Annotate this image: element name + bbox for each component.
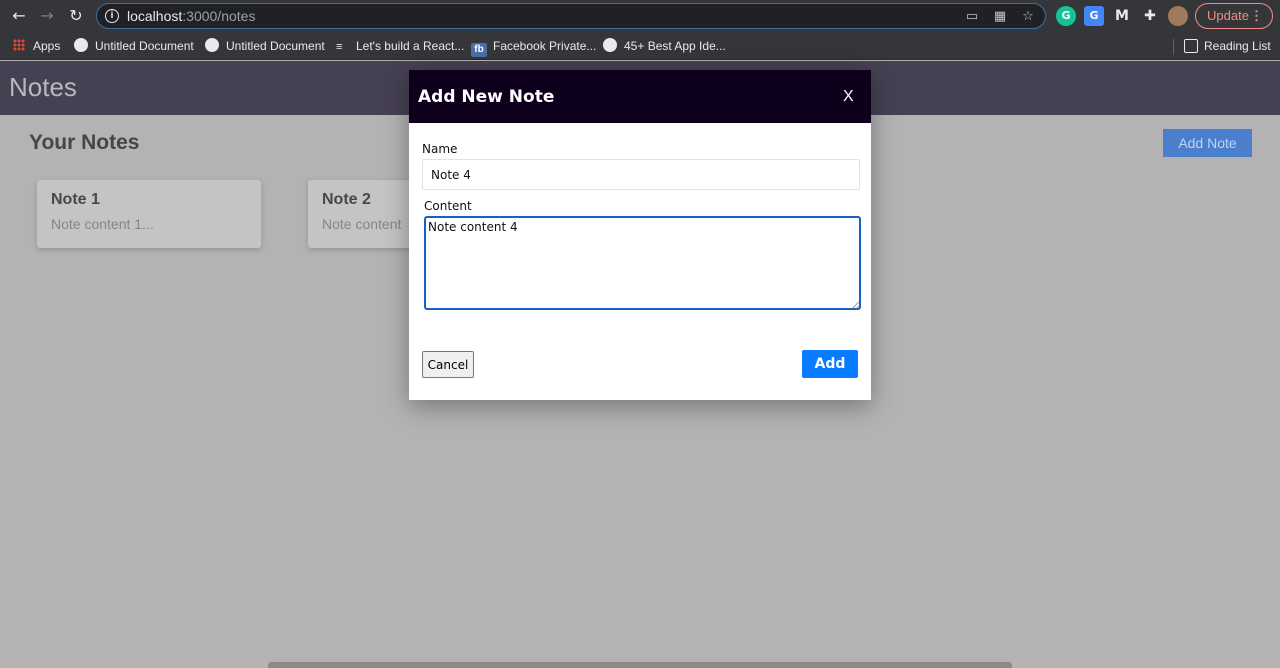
browser-toolbar: ← → ↻ i localhost:3000/notes ▭ ▦ ☆ G G M… bbox=[0, 0, 1280, 32]
close-button[interactable]: X bbox=[843, 88, 854, 106]
modal-title: Add New Note bbox=[418, 87, 555, 107]
note-card[interactable]: Note 1 Note content 1... bbox=[37, 180, 261, 248]
app-title: Notes bbox=[9, 72, 77, 102]
globe-icon bbox=[205, 38, 219, 52]
note-title: Note 1 bbox=[51, 191, 100, 208]
url-text: localhost:3000/notes bbox=[127, 8, 256, 24]
grammarly-icon[interactable]: G bbox=[1056, 6, 1076, 26]
content-label: Content bbox=[424, 199, 472, 213]
page-title: Your Notes bbox=[29, 131, 140, 154]
medium-icon[interactable]: M bbox=[1112, 6, 1132, 26]
add-button[interactable]: Add bbox=[802, 350, 858, 378]
name-input[interactable] bbox=[422, 159, 860, 190]
note-content: Note content bbox=[322, 216, 402, 232]
content-textarea[interactable]: Note content 4 bbox=[424, 216, 861, 310]
add-note-modal: Add New Note X Name Content Note content… bbox=[409, 70, 871, 400]
avatar[interactable] bbox=[1168, 6, 1188, 26]
star-icon[interactable]: ☆ bbox=[1019, 8, 1037, 26]
bookmark-untitled-2[interactable]: Untitled Document bbox=[205, 37, 325, 55]
divider bbox=[1173, 39, 1174, 55]
cast-icon[interactable]: ▭ bbox=[963, 8, 981, 26]
back-arrow-icon[interactable]: ← bbox=[8, 5, 30, 27]
apps-grid-icon bbox=[13, 39, 25, 51]
note-content: Note content 1... bbox=[51, 216, 154, 232]
cancel-button[interactable]: Cancel bbox=[422, 351, 474, 378]
address-bar[interactable]: i localhost:3000/notes ▭ ▦ ☆ bbox=[96, 3, 1046, 29]
puzzle-icon[interactable]: ✚ bbox=[1140, 6, 1160, 26]
reading-list-icon bbox=[1184, 39, 1198, 53]
reading-list[interactable]: Reading List bbox=[1184, 37, 1271, 55]
bookmarks-bar: Apps Untitled Document Untitled Document… bbox=[0, 32, 1280, 60]
qr-code-icon[interactable]: ▦ bbox=[991, 8, 1009, 26]
info-icon[interactable]: i bbox=[105, 9, 119, 23]
note-title: Note 2 bbox=[322, 191, 371, 208]
add-note-button[interactable]: Add Note bbox=[1163, 129, 1252, 157]
list-icon: ≡ bbox=[336, 41, 343, 53]
translate-icon[interactable]: G bbox=[1084, 6, 1104, 26]
bookmark-apps[interactable]: Apps bbox=[13, 37, 60, 55]
modal-header: Add New Note X bbox=[409, 70, 871, 123]
globe-icon bbox=[603, 38, 617, 52]
more-icon: ⋮ bbox=[1250, 8, 1263, 23]
reload-icon[interactable]: ↻ bbox=[65, 5, 87, 27]
update-button[interactable]: Update ⋮ bbox=[1195, 3, 1273, 29]
bookmark-react[interactable]: ≡ Let's build a React... bbox=[336, 37, 464, 55]
bookmark-app-ideas[interactable]: 45+ Best App Ide... bbox=[603, 37, 726, 55]
scrollbar[interactable] bbox=[268, 662, 1012, 668]
facebook-icon: fb bbox=[471, 43, 487, 57]
name-label: Name bbox=[422, 142, 458, 156]
bookmark-facebook[interactable]: fb Facebook Private... bbox=[471, 37, 596, 57]
bookmark-untitled-1[interactable]: Untitled Document bbox=[74, 37, 194, 55]
forward-arrow-icon[interactable]: → bbox=[36, 5, 58, 27]
globe-icon bbox=[74, 38, 88, 52]
